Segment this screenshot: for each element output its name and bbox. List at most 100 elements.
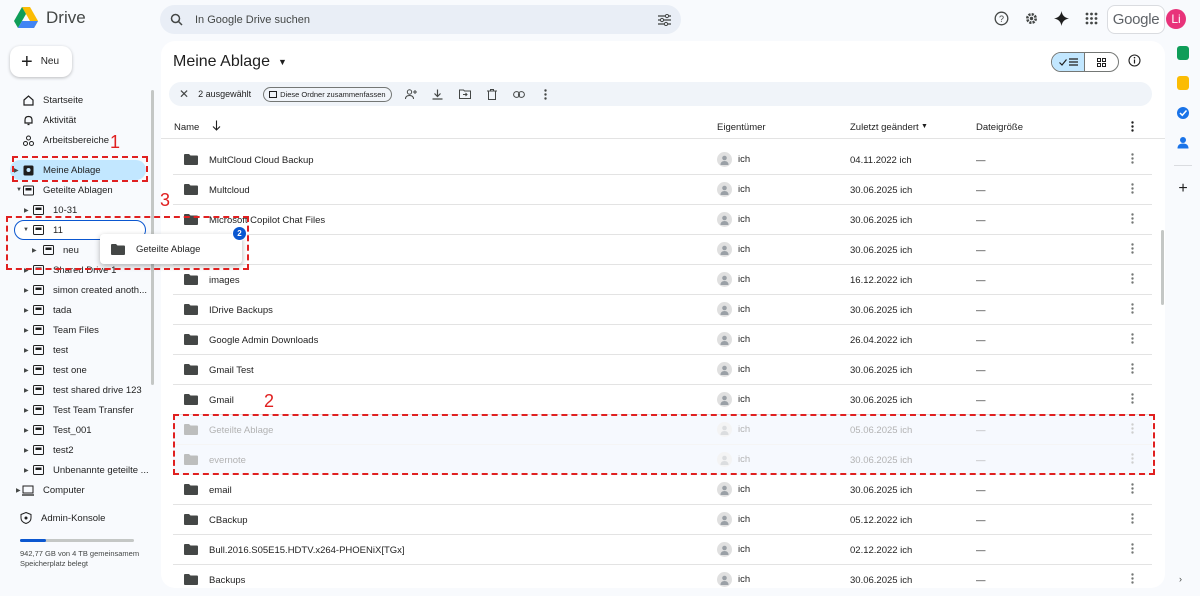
- sidebar-item-shared-drive[interactable]: ▶ test one: [0, 360, 150, 380]
- keep-icon[interactable]: [1177, 76, 1189, 90]
- sheets-icon[interactable]: [1177, 46, 1189, 60]
- table-row[interactable]: IDrive Backups ich 30.06.2025 ich —: [173, 295, 1152, 325]
- sidebar-item-shared-drive[interactable]: ▶ test: [0, 340, 150, 360]
- more-vert-icon[interactable]: [1131, 333, 1134, 344]
- expand-arrow-icon[interactable]: ▶: [24, 387, 29, 394]
- more-vert-icon[interactable]: [1131, 153, 1134, 164]
- collapse-arrow-icon[interactable]: ▼: [16, 187, 22, 193]
- sidebar-item-shared-drive[interactable]: ▶ test2: [0, 440, 150, 460]
- more-vert-icon[interactable]: [1131, 513, 1134, 524]
- expand-arrow-icon[interactable]: ▶: [24, 447, 29, 454]
- expand-arrow-icon[interactable]: ▶: [16, 487, 21, 494]
- expand-arrow-icon[interactable]: ▶: [24, 427, 29, 434]
- search-icon[interactable]: [170, 13, 183, 26]
- file-name[interactable]: CBackup: [209, 515, 248, 526]
- column-name[interactable]: Name: [174, 122, 199, 133]
- column-modified[interactable]: Zuletzt geändert: [850, 122, 919, 133]
- sidebar-item-workspaces[interactable]: Arbeitsbereiche: [0, 130, 150, 150]
- table-row[interactable]: Gmail ich 30.06.2025 ich —: [173, 385, 1152, 415]
- more-vert-icon[interactable]: [1131, 121, 1134, 132]
- sidebar-item-home[interactable]: Startseite: [0, 90, 150, 110]
- file-name[interactable]: IDrive Backups: [209, 305, 273, 316]
- table-row[interactable]: email ich 30.06.2025 ich —: [173, 475, 1152, 505]
- sidebar-item-shared-drive[interactable]: ▶ test shared drive 123: [0, 380, 150, 400]
- main-scrollbar[interactable]: [1161, 230, 1164, 305]
- file-name[interactable]: Gmail: [209, 395, 234, 406]
- sidebar-item-activity[interactable]: Aktivität: [0, 110, 150, 130]
- sidebar-item-shared-drive[interactable]: ▶ simon created anoth...: [0, 280, 150, 300]
- tasks-icon[interactable]: [1176, 106, 1190, 120]
- table-row[interactable]: Gmail Test ich 30.06.2025 ich —: [173, 355, 1152, 385]
- more-vert-icon[interactable]: [1131, 363, 1134, 374]
- sidebar-item-shared-drives[interactable]: ▼ Geteilte Ablagen: [0, 180, 150, 200]
- expand-arrow-icon[interactable]: ▶: [24, 327, 29, 334]
- add-addon-icon[interactable]: +: [1178, 181, 1187, 197]
- search-input[interactable]: [195, 13, 658, 26]
- more-vert-icon[interactable]: [1131, 543, 1134, 554]
- sidebar-item-shared-drive[interactable]: ▶ Unbenannte geteilte ...: [0, 460, 150, 480]
- table-row[interactable]: CBackup ich 05.12.2022 ich —: [173, 505, 1152, 535]
- sidebar-item-shared-drive[interactable]: ▶ Test_001: [0, 420, 150, 440]
- file-name[interactable]: Multcloud: [209, 185, 250, 196]
- account-switcher[interactable]: Google: [1107, 5, 1165, 34]
- help-icon[interactable]: ?: [993, 10, 1010, 27]
- gemini-sparkle-icon[interactable]: [1053, 10, 1070, 27]
- sidebar-item-admin-console[interactable]: Admin-Konsole: [20, 512, 105, 524]
- new-button[interactable]: + Neu: [10, 46, 72, 77]
- link-icon[interactable]: [512, 87, 526, 101]
- table-row[interactable]: Bull.2016.S05E15.HDTV.x264-PHOENiX[TGx] i…: [173, 535, 1152, 565]
- table-row[interactable]: Multcloud ich 30.06.2025 ich —: [173, 175, 1152, 205]
- move-to-folder-icon[interactable]: [458, 87, 472, 101]
- more-vert-icon[interactable]: [1131, 393, 1134, 404]
- table-row[interactable]: Backups ich 30.06.2025 ich —: [173, 565, 1152, 588]
- share-person-add-icon[interactable]: [404, 87, 418, 101]
- expand-arrow-icon[interactable]: ▶: [24, 467, 29, 474]
- file-name[interactable]: Gmail Test: [209, 365, 254, 376]
- info-icon[interactable]: [1128, 54, 1141, 67]
- sidebar-item-shared-drive[interactable]: ▶ tada: [0, 300, 150, 320]
- expand-arrow-icon[interactable]: ▶: [24, 307, 29, 314]
- close-icon[interactable]: ✕: [179, 87, 189, 101]
- more-vert-icon[interactable]: [1131, 183, 1134, 194]
- column-owner[interactable]: Eigentümer: [717, 122, 766, 133]
- file-name[interactable]: Backups: [209, 575, 245, 586]
- summarize-folders-button[interactable]: Diese Ordner zusammenfassen: [263, 86, 392, 102]
- more-vert-icon[interactable]: [1131, 573, 1134, 584]
- file-name[interactable]: Bull.2016.S05E15.HDTV.x264-PHOENiX[TGx]: [209, 545, 405, 556]
- grid-view-button[interactable]: [1085, 53, 1118, 71]
- expand-arrow-icon[interactable]: ▶: [24, 367, 29, 374]
- column-size[interactable]: Dateigröße: [976, 122, 1023, 133]
- page-title[interactable]: Meine Ablage ▼: [173, 53, 287, 71]
- more-vert-icon[interactable]: [1131, 213, 1134, 224]
- sidebar-item-shared-drive[interactable]: ▶ Test Team Transfer: [0, 400, 150, 420]
- more-vert-icon[interactable]: [539, 87, 553, 101]
- avatar[interactable]: Li: [1166, 9, 1186, 29]
- sidebar-item-computer[interactable]: ▶ Computer: [0, 480, 150, 500]
- table-row[interactable]: MultCloud Cloud Backup ich 04.11.2022 ich —: [173, 145, 1152, 175]
- contacts-icon[interactable]: [1177, 136, 1189, 149]
- file-name[interactable]: email: [209, 485, 232, 496]
- download-icon[interactable]: [431, 87, 445, 101]
- more-vert-icon[interactable]: [1131, 243, 1134, 254]
- file-name[interactable]: MultCloud Cloud Backup: [209, 155, 314, 166]
- search-bar[interactable]: [160, 5, 681, 34]
- settings-gear-icon[interactable]: [1023, 10, 1040, 27]
- file-name[interactable]: images: [209, 275, 240, 286]
- table-row[interactable]: ich 30.06.2025 ich —: [173, 235, 1152, 265]
- table-row[interactable]: images ich 16.12.2022 ich —: [173, 265, 1152, 295]
- more-vert-icon[interactable]: [1131, 483, 1134, 494]
- drive-logo[interactable]: Drive: [14, 7, 86, 29]
- chevron-right-icon[interactable]: ›: [1179, 574, 1182, 584]
- file-name[interactable]: Google Admin Downloads: [209, 335, 318, 346]
- expand-arrow-icon[interactable]: ▶: [24, 207, 29, 214]
- expand-arrow-icon[interactable]: ▶: [24, 407, 29, 414]
- expand-arrow-icon[interactable]: ▶: [24, 347, 29, 354]
- sidebar-item-shared-drive[interactable]: ▶ Team Files: [0, 320, 150, 340]
- filter-icon[interactable]: [658, 13, 671, 26]
- table-row[interactable]: Microsoft Copilot Chat Files ich 30.06.202…: [173, 205, 1152, 235]
- table-row[interactable]: Google Admin Downloads ich 26.04.2022 ich —: [173, 325, 1152, 355]
- apps-grid-icon[interactable]: [1083, 10, 1100, 27]
- more-vert-icon[interactable]: [1131, 303, 1134, 314]
- more-vert-icon[interactable]: [1131, 273, 1134, 284]
- list-view-button[interactable]: [1052, 53, 1086, 71]
